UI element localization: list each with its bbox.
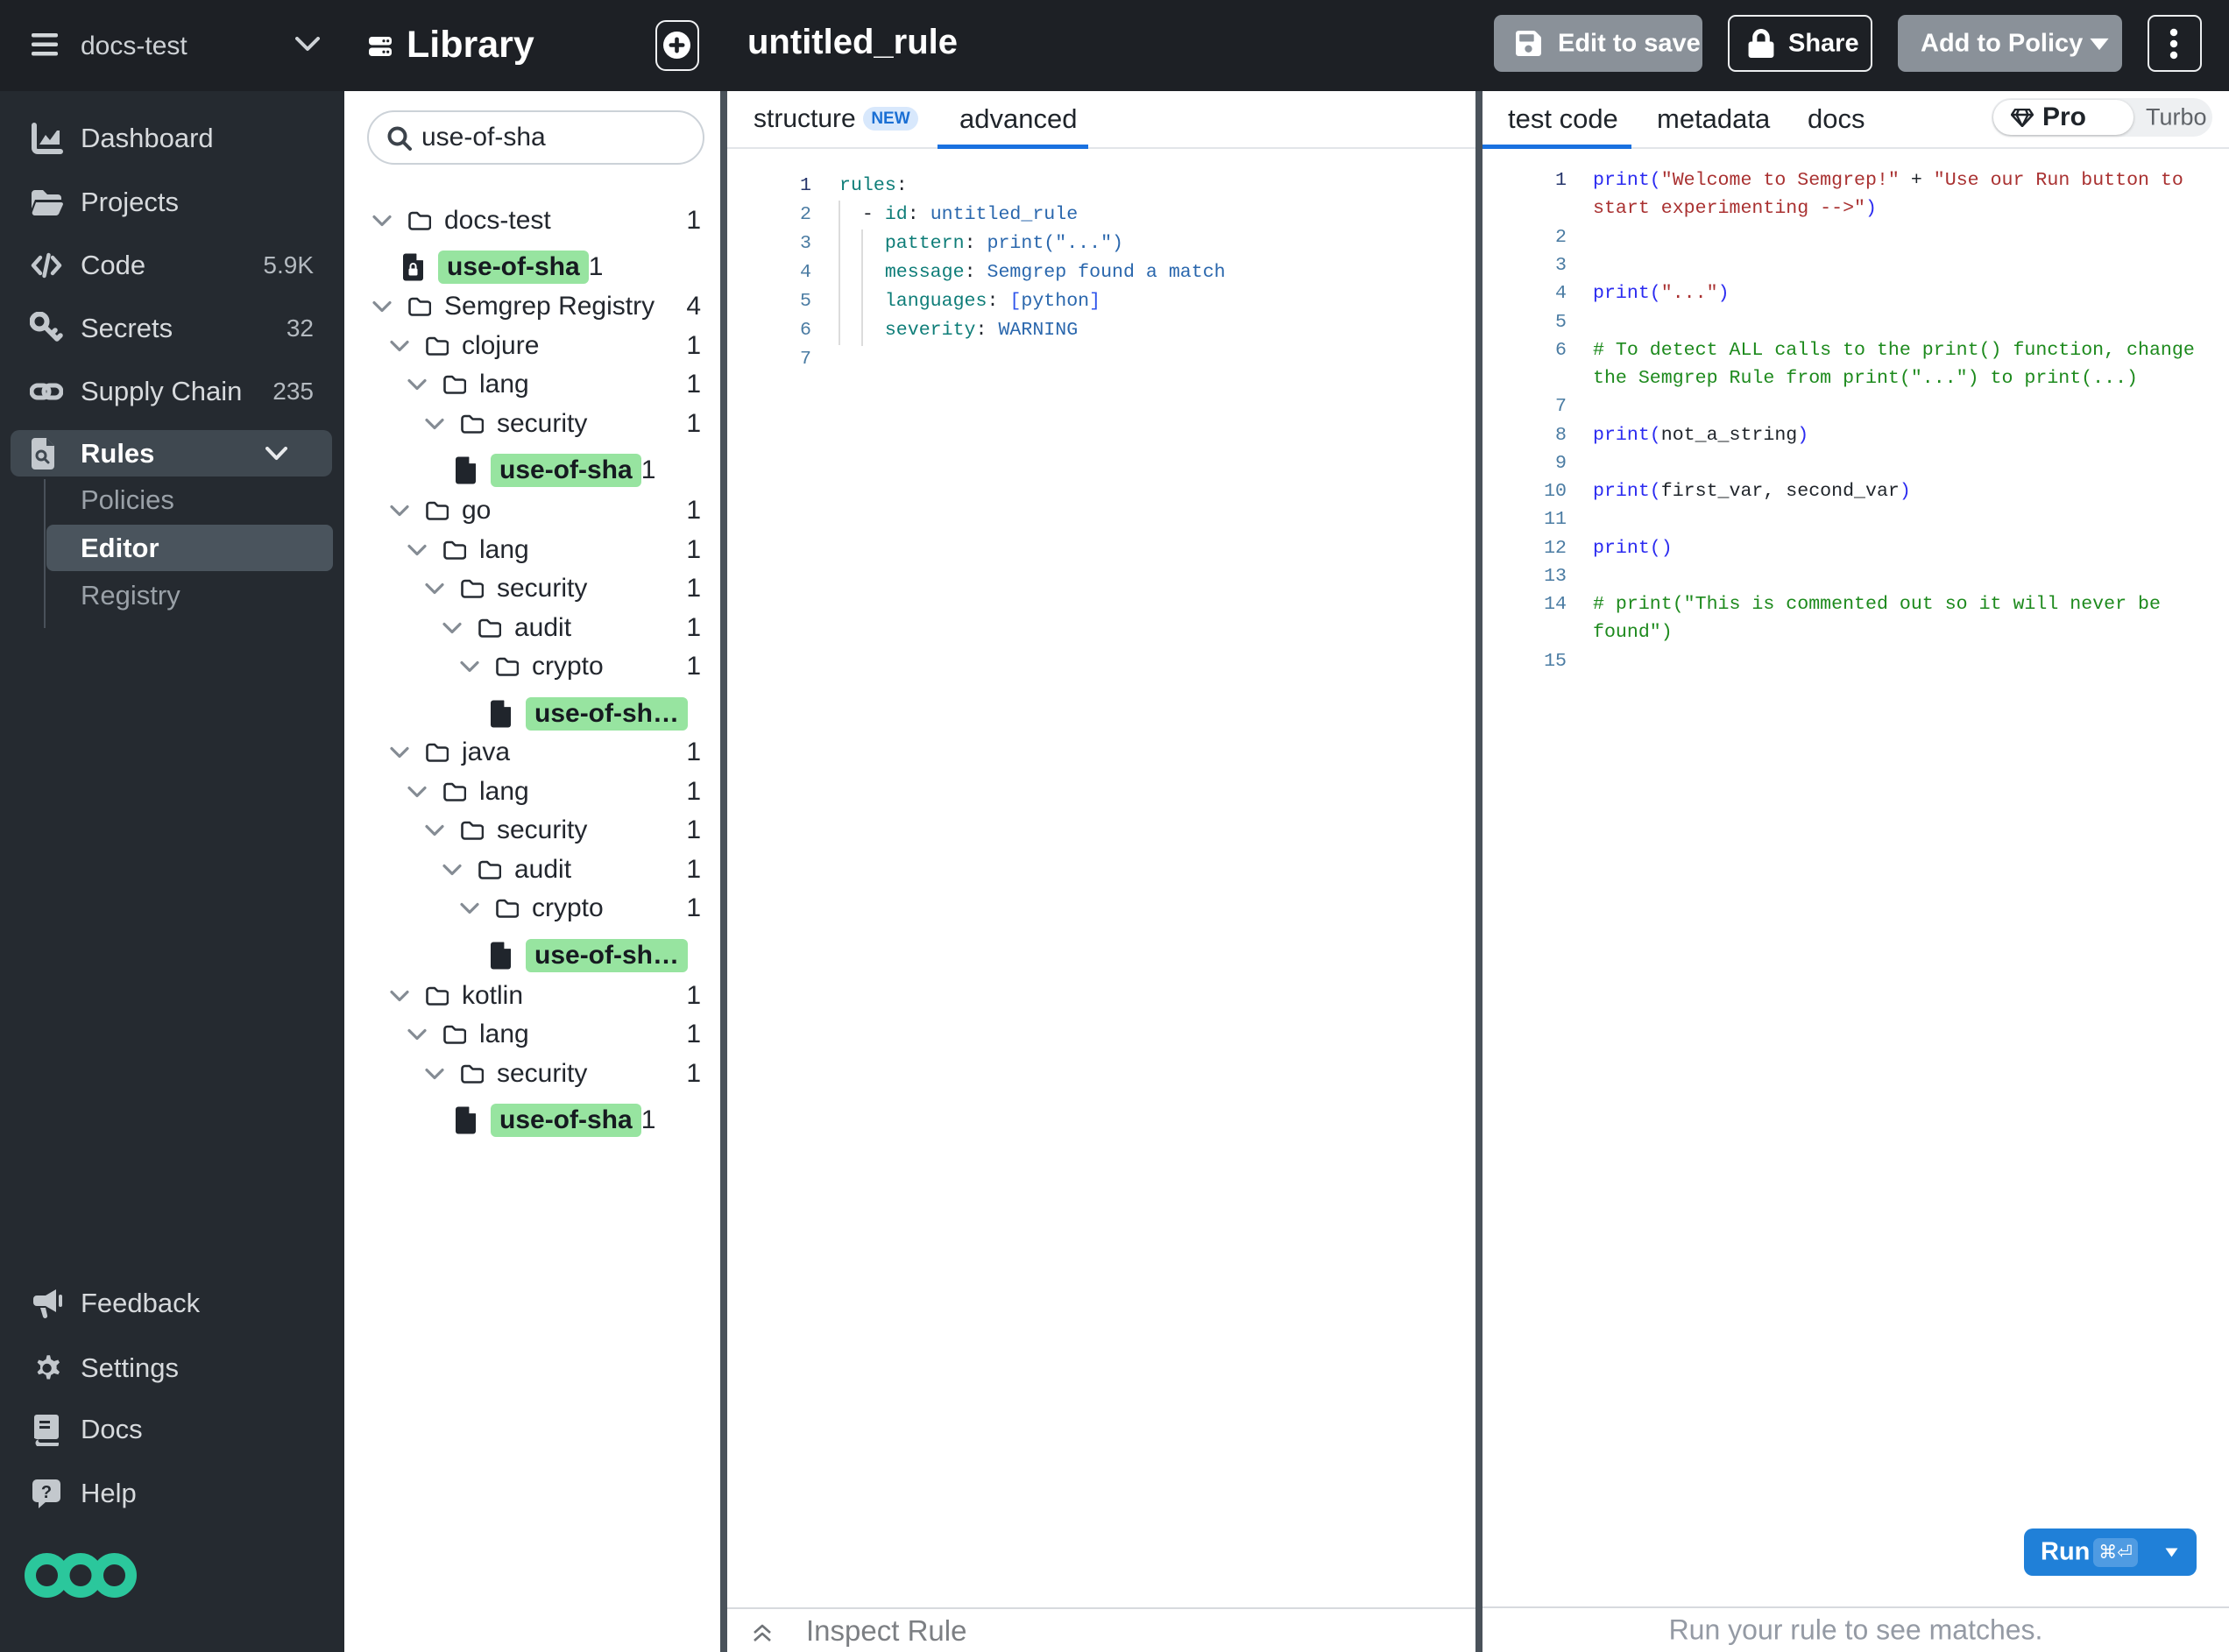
svg-text:?: ? xyxy=(41,1483,52,1502)
